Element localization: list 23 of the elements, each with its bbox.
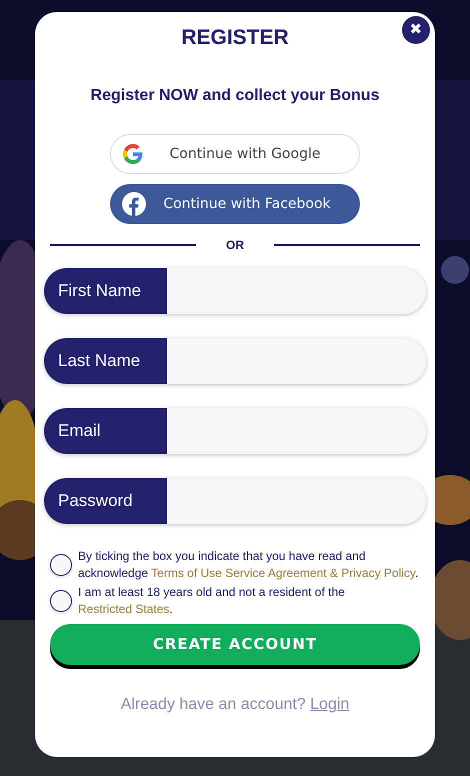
divider-label: OR xyxy=(226,237,244,254)
facebook-login-button[interactable]: Continue with Facebook xyxy=(110,184,360,224)
field-label: Last Name xyxy=(44,338,167,384)
terms-link[interactable]: Terms of Use Service Agreement & Privacy Policy xyxy=(151,566,416,580)
text-field[interactable]: Last Name xyxy=(44,338,426,384)
consent-text: By ticking the box you indicate that you have read and acknowledge Terms of Use Service Agreement & Privacy Policy. xyxy=(78,548,420,582)
text-field[interactable]: First Name xyxy=(44,268,426,314)
field-label: Password xyxy=(44,478,167,524)
text-field[interactable]: Email xyxy=(44,408,426,454)
subtitle: Register NOW and collect your Bonus xyxy=(90,86,380,106)
terms-link[interactable]: Restricted States xyxy=(78,602,170,616)
modal-title: REGISTER xyxy=(181,26,289,50)
google-icon xyxy=(123,144,143,164)
checkbox[interactable] xyxy=(50,590,72,612)
login-prompt: Already have an account? Login xyxy=(120,695,350,715)
checkbox[interactable] xyxy=(50,554,72,576)
text-field[interactable]: Password xyxy=(44,478,426,524)
google-login-button[interactable]: Continue with Google xyxy=(110,134,360,174)
field-label: Email xyxy=(44,408,167,454)
close-button[interactable]: ✖ xyxy=(402,16,430,44)
consent-text: I am at least 18 years old and not a resident of the Restricted States. xyxy=(78,584,346,618)
facebook-icon xyxy=(122,192,146,216)
field-label: First Name xyxy=(44,268,167,314)
